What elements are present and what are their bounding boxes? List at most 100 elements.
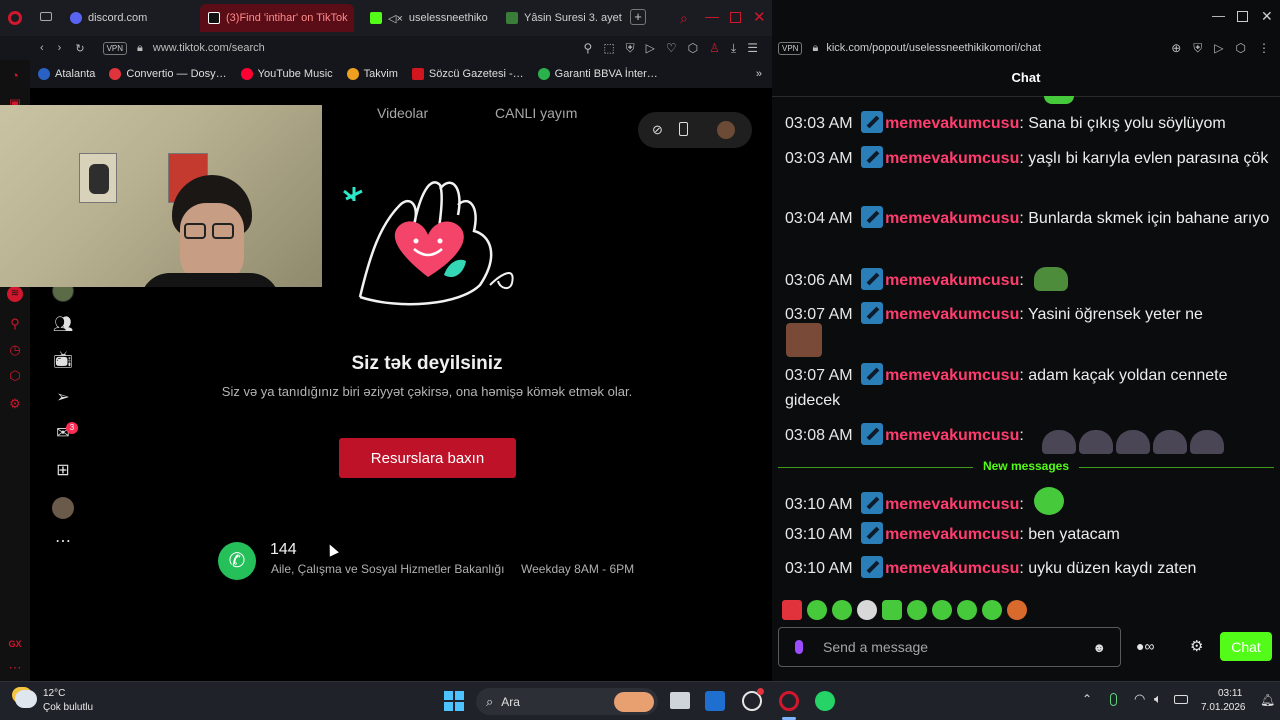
following-icon[interactable]: 👥︎ (52, 314, 74, 336)
clock-date[interactable]: 7.01.2026 (1201, 702, 1246, 713)
notification-bell-icon[interactable]: 🔔︎ (1260, 693, 1275, 707)
snapshot-icon[interactable]: ⬚ (603, 41, 614, 56)
bookmark-sozcu[interactable]: Sözcü Gazetesi -… (411, 68, 524, 80)
tab-tiktok[interactable]: (3)Find 'intihar' on TikTok (200, 4, 354, 32)
windows-start-icon[interactable] (444, 691, 464, 711)
volume-icon[interactable]: 🔈︎ (1154, 691, 1162, 707)
tab-videolar[interactable]: Videolar (377, 105, 428, 121)
emote-button-icon[interactable] (782, 600, 802, 620)
forward-icon[interactable]: › (58, 42, 62, 54)
taskbar-search[interactable]: ⌕ Ara (476, 688, 658, 715)
battery-icon[interactable] (1174, 695, 1188, 704)
helpline-card[interactable]: ✆ 144 Aile, Çalışma ve Sosyal Hizmetler … (218, 540, 658, 580)
helpline-hours: Weekday 8AM - 6PM (521, 562, 635, 576)
send-icon[interactable]: ➢ (52, 387, 74, 409)
emote-button-icon[interactable] (882, 600, 902, 620)
more-bookmarks-icon[interactable]: » (756, 68, 762, 80)
resources-button[interactable]: Resurslara baxın (339, 438, 516, 478)
emote-button-icon[interactable] (957, 600, 977, 620)
gamepad-icon[interactable] (40, 12, 52, 21)
left-browser-window: discord.com (3)Find 'intihar' on TikTok … (0, 0, 772, 681)
tray-chevron-icon[interactable]: ⌃ (1082, 692, 1092, 706)
whatsapp-icon[interactable] (815, 691, 835, 711)
emote-button-icon[interactable] (932, 600, 952, 620)
moderator-badge-icon (861, 111, 884, 133)
right-close-button[interactable]: ✕ (1261, 8, 1273, 25)
phone-icon[interactable] (679, 122, 688, 136)
extensions-sidebar-icon[interactable]: ⬡ (7, 368, 23, 384)
emote-button-icon[interactable] (1007, 600, 1027, 620)
microphone-icon[interactable] (795, 640, 803, 654)
floating-controls: ⊘ (638, 112, 752, 148)
search-icon[interactable]: ⌕ (680, 10, 688, 27)
opera-logo-icon[interactable] (8, 11, 22, 25)
tab-yasin[interactable]: Yâsin Suresi 3. ayeti (498, 4, 622, 32)
back-icon[interactable]: ‹ (40, 42, 44, 54)
profile-avatar[interactable] (52, 497, 74, 519)
right-vpn-badge[interactable]: VPN (778, 41, 803, 55)
bookmark-atalanta[interactable]: Atalanta (38, 68, 95, 80)
speed-dial-icon[interactable]: ◔ (7, 68, 23, 84)
emote-button-icon[interactable] (832, 600, 852, 620)
outlook-icon[interactable] (705, 691, 725, 711)
upload-icon[interactable]: ⊞ (52, 460, 74, 482)
emoji-icon[interactable]: ☻ (1092, 640, 1106, 655)
right-extensions-icon[interactable]: ⬡ (1236, 41, 1246, 56)
kicks-icon[interactable]: ●∞ (1136, 638, 1154, 654)
vpn-badge[interactable]: VPN (102, 41, 128, 55)
emote-button-icon[interactable] (907, 600, 927, 620)
tab-discord[interactable]: discord.com (62, 4, 192, 32)
live-icon[interactable]: 📺︎ (52, 350, 74, 372)
pin-icon[interactable]: ⚲ (584, 41, 593, 56)
right-play-icon[interactable]: ▷ (1214, 41, 1223, 56)
right-url-field[interactable]: kick.com/popout/uselessneethikikomori/ch… (826, 42, 1041, 54)
settings-icon[interactable]: ⚙ (7, 396, 23, 412)
emote-button-icon[interactable] (807, 600, 827, 620)
right-minimize-button[interactable]: — (1212, 8, 1225, 23)
file-explorer-icon[interactable] (670, 692, 690, 709)
chat-settings-icon[interactable]: ⚙ (1190, 637, 1203, 655)
partial-emote (1044, 96, 1074, 104)
more-sidebar-icon[interactable]: ⋯ (7, 660, 23, 676)
user-avatar[interactable] (717, 121, 735, 139)
menu-icon[interactable]: ☰ (747, 41, 758, 56)
bookmark-youtube-music[interactable]: YouTube Music (240, 68, 333, 80)
download-icon[interactable]: ⤓ (731, 41, 736, 56)
gx-control-icon[interactable]: ♙ (709, 41, 720, 56)
send-chat-button[interactable]: Chat (1220, 632, 1272, 661)
compass-icon[interactable]: ⊘ (652, 122, 663, 138)
zoom-icon[interactable]: ⊕ (1171, 41, 1181, 56)
bookmark-takvim[interactable]: Takvim (346, 68, 398, 80)
emote-button-icon[interactable] (857, 600, 877, 620)
tray-mic-icon[interactable] (1110, 693, 1117, 706)
right-maximize-button[interactable] (1237, 11, 1248, 22)
mute-icon: ◁× (388, 12, 403, 25)
pin-sidebar-icon[interactable]: ⚲ (7, 316, 23, 332)
emote-button-icon[interactable] (982, 600, 1002, 620)
history-icon[interactable]: ◷ (7, 342, 23, 358)
reload-icon[interactable]: ↻ (75, 42, 84, 55)
weather-icon[interactable] (15, 690, 37, 708)
moderator-badge-icon (861, 423, 884, 445)
new-tab-button[interactable]: + (630, 9, 646, 25)
play-icon[interactable]: ▷ (646, 41, 655, 56)
right-menu-icon[interactable]: ⋮ (1258, 41, 1270, 56)
bookmark-convertio[interactable]: Convertio — Dosy… (109, 68, 227, 80)
tab-kick[interactable]: ◁× uselessneethiko (362, 4, 490, 32)
extensions-icon[interactable]: ⬡ (688, 41, 698, 56)
tab-canli[interactable]: CANLI yayım (495, 105, 577, 121)
more-icon[interactable]: ⋯ (52, 531, 74, 553)
chat-input[interactable]: Send a message ☻ (778, 627, 1121, 667)
bookmark-garanti[interactable]: Garanti BBVA İnter… (537, 68, 658, 80)
clock-time[interactable]: 03:11 (1218, 688, 1242, 699)
wifi-icon[interactable]: ◠ (1134, 691, 1145, 707)
minimize-button[interactable]: — (705, 8, 719, 24)
shield-icon[interactable]: ⛨ (626, 41, 635, 56)
url-field[interactable]: www.tiktok.com/search (153, 42, 265, 54)
heart-icon[interactable]: ♡ (666, 41, 677, 56)
spotify-icon[interactable]: ≋ (7, 286, 23, 302)
opera-gx-taskbar-icon[interactable] (779, 691, 799, 711)
right-shield-icon[interactable]: ⛨ (1193, 41, 1202, 56)
close-button[interactable]: ✕ (753, 8, 766, 26)
maximize-button[interactable] (730, 12, 741, 23)
